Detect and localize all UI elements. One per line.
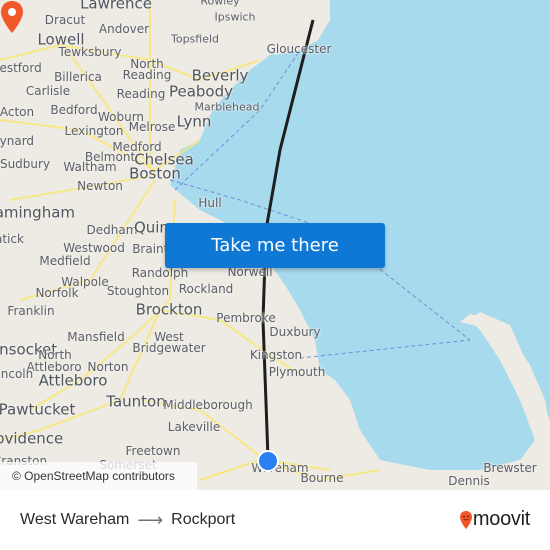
place-label: Peabody	[168, 82, 234, 101]
place-label: Rockland	[178, 282, 234, 296]
place-label: Bedford	[50, 103, 98, 117]
place-label: Natick	[0, 232, 24, 246]
place-label: Framingham	[0, 203, 76, 222]
place-label: Sudbury	[0, 157, 51, 171]
place-label: Lawrence	[80, 0, 152, 13]
place-label: Attleboro	[38, 371, 108, 390]
place-label: Kingston	[249, 348, 303, 362]
place-label: Tewksbury	[58, 45, 122, 59]
place-label: Westford	[0, 61, 42, 75]
place-label: Lakeville	[167, 420, 221, 434]
place-label: Melrose	[128, 120, 176, 134]
place-label: Maynard	[0, 134, 35, 148]
map-view[interactable]: Lawrence Rowley Dracut Ipswich Andover Topsfi…	[0, 0, 550, 490]
take-me-there-button[interactable]: Take me there	[165, 223, 385, 268]
arrow-right-icon: ⟶	[137, 509, 164, 530]
place-label: Brockton	[135, 300, 203, 319]
place-label: Stoughton	[106, 284, 170, 298]
place-label: Dedham	[86, 223, 138, 237]
place-label: Franklin	[7, 304, 55, 318]
origin-name: West Wareham	[20, 511, 130, 528]
map-attribution[interactable]: © OpenStreetMap contributors	[0, 462, 197, 490]
destination-name: Rockport	[171, 511, 236, 528]
place-label: Acton	[0, 105, 35, 119]
place-label: Rowley	[200, 0, 240, 8]
place-label: Bourne	[300, 471, 344, 485]
origin-marker[interactable]	[257, 450, 279, 472]
moovit-logo[interactable]: moovit	[459, 508, 530, 531]
footer-bar: West Wareham ⟶ Rockport moovit	[0, 490, 550, 550]
route-summary: West Wareham ⟶ Rockport	[20, 490, 235, 550]
place-label: Lynn	[176, 112, 212, 131]
place-label: Freetown	[125, 444, 181, 458]
place-label: Lincoln	[0, 367, 34, 381]
place-label: Medfield	[39, 254, 91, 268]
place-label: Pembroke	[216, 311, 276, 325]
place-label: Boston	[129, 164, 181, 183]
moovit-pin-icon	[459, 510, 472, 529]
place-label: Beverly	[191, 66, 249, 85]
place-label: Brewster	[483, 461, 537, 475]
place-label: Ipswich	[214, 10, 256, 24]
place-label: Randolph	[131, 266, 189, 280]
place-label: Carlisle	[25, 84, 71, 98]
place-label: Lexington	[64, 124, 124, 138]
place-label: Reading	[116, 87, 166, 101]
place-label: Dracut	[44, 13, 86, 27]
place-label: Pawtucket	[0, 400, 76, 419]
place-label: Topsfield	[170, 32, 220, 46]
place-label: Providence	[0, 429, 64, 448]
place-label: Reading	[122, 68, 172, 82]
place-label: Middleborough	[163, 398, 253, 412]
place-label: Duxbury	[269, 325, 321, 339]
place-label: Mansfield	[67, 330, 125, 344]
destination-pin-icon[interactable]	[0, 0, 24, 34]
place-label: Hull	[198, 196, 222, 210]
place-label: Bridgewater	[132, 341, 206, 355]
place-label: Taunton	[106, 392, 166, 411]
place-label: Waltham	[63, 160, 117, 174]
place-label: Marblehead	[194, 100, 260, 114]
place-label: Gloucester	[266, 42, 332, 56]
place-label: Dennis	[448, 474, 490, 488]
place-label: Plymouth	[268, 365, 326, 379]
place-label: Westwood	[63, 241, 125, 255]
place-label: Norfolk	[35, 286, 79, 300]
place-label: Newton	[77, 179, 123, 193]
place-label: Billerica	[54, 70, 102, 84]
place-label: Andover	[98, 22, 150, 36]
brand-wordmark: moovit	[472, 508, 530, 530]
